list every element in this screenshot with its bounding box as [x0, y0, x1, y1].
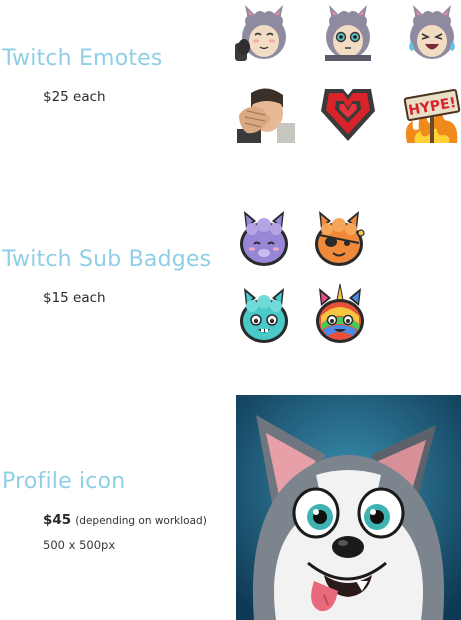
emotes-price: $25 each — [43, 89, 106, 105]
profile-price-line: $45 (depending on workload) — [43, 512, 207, 528]
profile-title: Profile icon — [2, 469, 126, 494]
purple-llama-badge-icon — [238, 209, 290, 267]
pirate-llama-badge-icon — [313, 209, 367, 267]
profile-price: $45 — [43, 512, 72, 528]
rainbow-unicorn-llama-badge-icon — [313, 284, 367, 344]
teal-llama-badge-icon — [238, 286, 290, 344]
llama-glasses-emote-icon — [319, 3, 377, 61]
emotes-title: Twitch Emotes — [2, 46, 163, 71]
llama-laugh-emote-icon — [403, 3, 461, 61]
heart-emote-icon — [319, 85, 377, 143]
badges-title: Twitch Sub Badges — [2, 247, 212, 272]
husky-dog-portrait-icon — [236, 395, 461, 620]
profile-price-note: (depending on workload) — [75, 515, 207, 527]
llama-smile-emote-icon — [235, 3, 293, 61]
facepalm-emote-icon — [237, 85, 295, 143]
profile-size: 500 x 500px — [43, 538, 116, 552]
badges-price: $15 each — [43, 290, 106, 306]
hype-sign-emote-icon: HYPE! — [403, 85, 461, 143]
